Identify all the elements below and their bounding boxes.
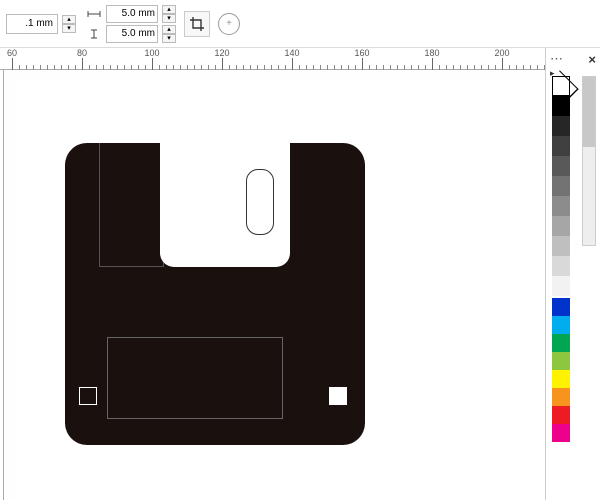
disk-label [107, 337, 283, 419]
workspace: 6080100120140160180200 [0, 48, 545, 500]
color-swatch[interactable] [552, 334, 570, 352]
disk-outline [99, 143, 164, 267]
gray-swatch[interactable] [552, 256, 570, 276]
crop-icon [189, 16, 205, 32]
palette-scrollbar[interactable] [582, 76, 596, 246]
color-swatch[interactable] [552, 388, 570, 406]
docker-menu-icon[interactable]: ⋯ [550, 51, 564, 67]
gray-swatch[interactable] [552, 136, 570, 156]
gray-swatch[interactable] [552, 276, 570, 296]
close-icon[interactable]: × [588, 52, 596, 67]
color-swatch[interactable] [552, 424, 570, 442]
crop-button[interactable] [184, 11, 210, 37]
grayscale-swatches [552, 76, 570, 296]
no-fill-swatch[interactable] [552, 76, 570, 96]
color-swatches [552, 298, 570, 442]
property-bar: .1 mm ▴ ▾ 5.0 mm ▴▾ 5.0 mm ▴▾ + [0, 0, 600, 48]
gray-swatch[interactable] [552, 196, 570, 216]
height-spinner[interactable]: ▴▾ [162, 25, 176, 43]
write-protect-hole-left [79, 387, 97, 405]
plus-icon: + [226, 18, 232, 29]
gray-swatch[interactable] [552, 116, 570, 136]
write-protect-hole-right [329, 387, 347, 405]
color-swatch[interactable] [552, 370, 570, 388]
color-swatch[interactable] [552, 316, 570, 334]
color-swatch[interactable] [552, 298, 570, 316]
color-palette-docker: ⋯ × ▸ [545, 48, 600, 500]
width-icon [84, 9, 104, 19]
color-swatch[interactable] [552, 352, 570, 370]
spinner-up-icon[interactable]: ▴ [62, 15, 76, 24]
height-icon [84, 29, 104, 39]
line-width-field[interactable]: .1 mm [6, 14, 58, 34]
vertical-ruler[interactable] [0, 70, 4, 500]
add-button[interactable]: + [218, 13, 240, 35]
gray-swatch[interactable] [552, 236, 570, 256]
object-width-field[interactable]: 5.0 mm [106, 5, 158, 23]
floppy-disk-shape[interactable] [65, 143, 365, 445]
gray-swatch[interactable] [552, 156, 570, 176]
line-width-spinner[interactable]: ▴ ▾ [62, 15, 76, 33]
line-width-control: .1 mm ▴ ▾ [6, 14, 76, 34]
spinner-down-icon[interactable]: ▾ [62, 24, 76, 33]
gray-swatch[interactable] [552, 176, 570, 196]
object-height-field[interactable]: 5.0 mm [106, 25, 158, 43]
color-swatch[interactable] [552, 406, 570, 424]
disk-shutter [160, 143, 290, 267]
canvas[interactable] [15, 78, 545, 500]
horizontal-ruler[interactable]: 6080100120140160180200 [0, 48, 545, 70]
width-spinner[interactable]: ▴▾ [162, 5, 176, 23]
gray-swatch[interactable] [552, 216, 570, 236]
object-size-group: 5.0 mm ▴▾ 5.0 mm ▴▾ [84, 5, 176, 43]
